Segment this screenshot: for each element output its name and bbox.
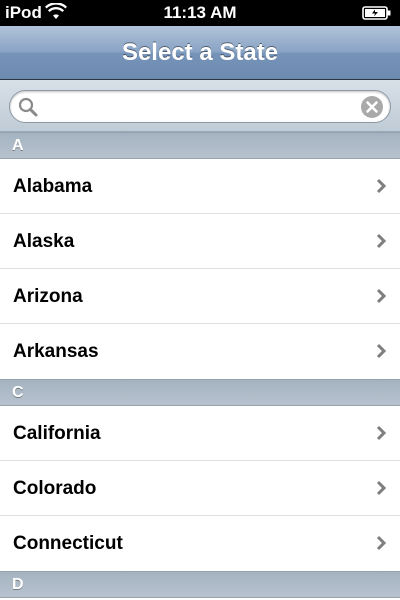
list-item-label: Colorado (13, 478, 97, 499)
section-header-label: C (12, 384, 24, 401)
chevron-right-icon (376, 178, 387, 194)
chevron-right-icon (376, 480, 387, 496)
battery-icon (362, 5, 392, 25)
list-item-label: Arkansas (13, 341, 99, 362)
list-item-label: Arizona (13, 286, 83, 307)
chevron-right-icon (376, 425, 387, 441)
chevron-right-icon (376, 288, 387, 304)
list-item-alabama[interactable]: Alabama (0, 159, 400, 214)
chevron-right-icon (376, 535, 387, 551)
list-item-connecticut[interactable]: Connecticut (0, 516, 400, 571)
magnifier-icon (17, 96, 39, 118)
section-header: A (0, 132, 400, 159)
section-header: C (0, 379, 400, 406)
clear-icon[interactable] (360, 95, 384, 119)
section-header-label: D (12, 576, 24, 593)
list-item-california[interactable]: California (0, 406, 400, 461)
list-item-colorado[interactable]: Colorado (0, 461, 400, 516)
list-item-label: Alabama (13, 176, 93, 197)
list-item-arkansas[interactable]: Arkansas (0, 324, 400, 379)
list-item-label: California (13, 423, 101, 444)
list-item-label: Alaska (13, 231, 75, 252)
navigation-bar: Select a State (0, 26, 400, 80)
list-item-arizona[interactable]: Arizona (0, 269, 400, 324)
status-time: 11:13 AM (163, 3, 237, 22)
chevron-right-icon (376, 343, 387, 359)
state-list: A Alabama Alaska Arizona Arkansas C Cali… (0, 132, 400, 598)
list-item-label: Connecticut (13, 533, 123, 554)
section-header: D (0, 571, 400, 598)
chevron-right-icon (376, 233, 387, 249)
search-bar (0, 80, 400, 132)
search-field[interactable] (9, 90, 391, 123)
status-bar: iPod 11:13 AM (0, 0, 400, 26)
page-title: Select a State (121, 39, 279, 66)
search-input[interactable] (46, 95, 356, 119)
section-header-label: A (12, 137, 24, 154)
list-item-alaska[interactable]: Alaska (0, 214, 400, 269)
